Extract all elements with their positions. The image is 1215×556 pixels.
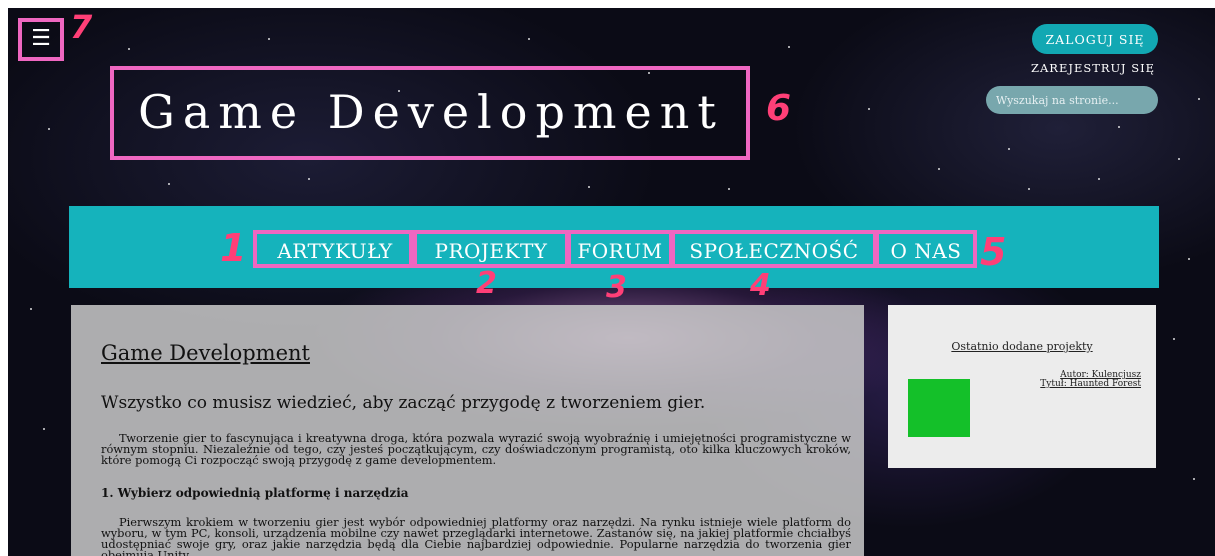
annotation-marker-5: 5 <box>980 230 1007 274</box>
article-subtitle: Wszystko co musisz wiedzieć, aby zacząć … <box>101 393 706 413</box>
recent-projects-title[interactable]: Ostatnio dodane projekty <box>888 340 1156 353</box>
article-title: Game Development <box>101 341 310 365</box>
annotation-box-nav-2 <box>413 230 569 268</box>
page-background: ☰ 7 Game Development 6 ZALOGUJ SIĘ ZAREJ… <box>8 8 1215 556</box>
article-panel: Game Development Wszystko co musisz wied… <box>71 305 864 556</box>
annotation-marker-2: 2 <box>476 266 497 301</box>
register-link[interactable]: ZAREJESTRUJ SIĘ <box>1018 61 1168 75</box>
annotation-marker-6: 6 <box>766 88 792 129</box>
login-button[interactable]: ZALOGUJ SIĘ <box>1032 24 1158 54</box>
section-paragraph: Pierwszym krokiem w tworzeniu gier jest … <box>101 515 851 556</box>
search-input[interactable] <box>986 86 1158 114</box>
annotation-marker-1: 1 <box>220 226 247 270</box>
annotation-box-nav-5 <box>875 230 977 268</box>
project-title-link[interactable]: Tytuł: Haunted Forest <box>1040 379 1141 389</box>
project-thumbnail[interactable] <box>908 379 970 437</box>
recent-projects-panel: Ostatnio dodane projekty Autor: Kulencju… <box>888 305 1156 468</box>
annotation-box-nav-1 <box>253 230 413 268</box>
annotation-marker-4: 4 <box>750 268 771 303</box>
annotation-box-title <box>110 66 750 160</box>
annotation-box-nav-4 <box>671 230 877 268</box>
article-intro-paragraph: Tworzenie gier to fascynująca i kreatywn… <box>101 431 851 467</box>
annotation-marker-3: 3 <box>606 270 627 305</box>
annotation-marker-7: 7 <box>70 8 93 46</box>
annotation-box-menu <box>18 18 64 61</box>
annotation-box-nav-3 <box>567 230 673 268</box>
section-heading: 1. Wybierz odpowiednią platformę i narzę… <box>101 486 409 500</box>
